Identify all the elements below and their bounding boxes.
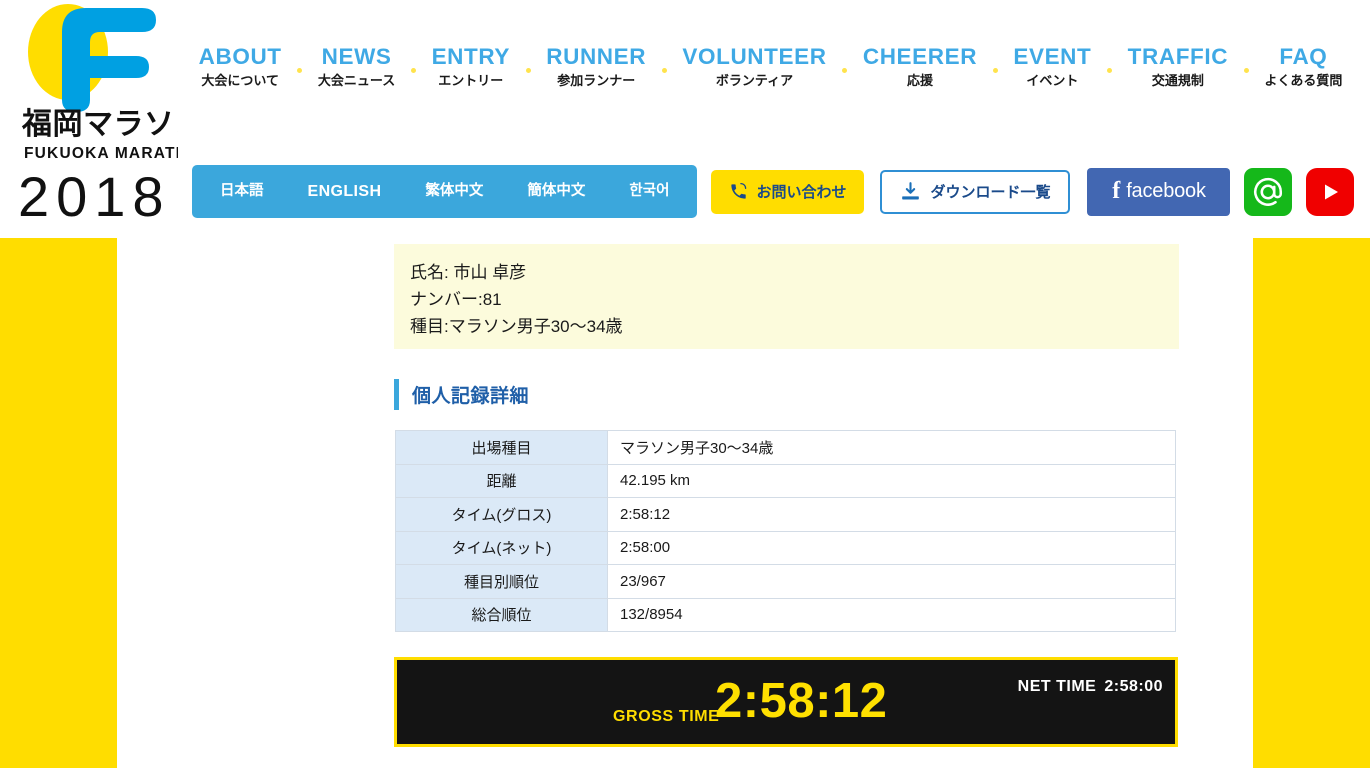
runner-number: ナンバー:81	[410, 290, 502, 309]
contact-button-label: お問い合わせ	[756, 184, 847, 201]
gross-time-value: 2:58:12	[715, 674, 888, 728]
nav-label-en: ENTRY	[431, 44, 510, 69]
facebook-button[interactable]: f facebook	[1087, 167, 1231, 216]
nav-item-news[interactable]: NEWS 大会ニュース	[302, 43, 411, 91]
nav-label-en: RUNNER	[546, 44, 647, 69]
row-value: 2:58:12	[607, 497, 1176, 532]
language-switcher: 日本語 ENGLISH 繁体中文 簡体中文 한국어	[192, 165, 698, 218]
nav-label-ja: 大会について	[201, 73, 279, 88]
nav-item-runner[interactable]: RUNNER 参加ランナー	[531, 43, 662, 91]
nav-label-ja: 大会ニュース	[317, 73, 396, 88]
table-row: 総合順位 132/8954	[395, 597, 1176, 632]
row-value: マラソン男子30〜34歳	[607, 430, 1176, 465]
logo-year: 2018	[18, 165, 171, 226]
main-navigation: ABOUT 大会について NEWS 大会ニュース ENTRY エントリー RUN…	[183, 43, 1358, 99]
nav-item-entry[interactable]: ENTRY エントリー	[416, 43, 526, 91]
youtube-play-icon	[1325, 184, 1339, 199]
contact-button[interactable]: お問い合わせ	[711, 169, 865, 214]
download-button-label: ダウンロード一覧	[930, 184, 1051, 201]
table-row: 距離 42.195 km	[395, 463, 1176, 498]
table-row: 出場種目 マラソン男子30〜34歳	[395, 430, 1176, 465]
runner-info-box: 氏名: 市山 卓彦 ナンバー:81 種目:マラソン男子30〜34歳	[394, 244, 1179, 349]
lang-option-japanese[interactable]: 日本語	[198, 165, 286, 218]
nav-label-ja: よくある質問	[1264, 73, 1343, 88]
row-label: 種目別順位	[395, 564, 608, 599]
nav-label-ja: 交通規制	[1151, 73, 1204, 88]
net-time-label: NET TIME	[1017, 678, 1097, 695]
nav-label-en: NEWS	[321, 44, 392, 69]
nav-label-en: CHEERER	[862, 44, 978, 69]
logo-title-en: FUKUOKA MARATHON	[24, 145, 178, 162]
net-time-value: 2:58:00	[1104, 678, 1163, 695]
page-title: 個人記録詳細	[412, 385, 530, 407]
lang-option-simp-chinese[interactable]: 簡体中文	[505, 165, 607, 218]
section-accent-bar	[394, 378, 399, 410]
row-label: タイム(グロス)	[395, 497, 608, 532]
nav-label-en: VOLUNTEER	[682, 44, 827, 69]
phone-icon	[731, 182, 747, 199]
lang-option-korean[interactable]: 한국어	[607, 165, 691, 218]
main-content: 氏名: 市山 卓彦 ナンバー:81 種目:マラソン男子30〜34歳 個人記録詳細…	[0, 238, 1370, 768]
row-value: 132/8954	[607, 597, 1176, 632]
row-value: 42.195 km	[607, 463, 1176, 498]
gross-time-label: GROSS TIME	[613, 708, 720, 725]
nav-item-event[interactable]: EVENT イベント	[998, 43, 1107, 91]
nav-item-cheerer[interactable]: CHEERER 応援	[847, 43, 993, 91]
lang-option-trad-chinese[interactable]: 繁体中文	[403, 165, 505, 218]
page-root: 福岡マラソン FUKUOKA MARATHON 2018 ABOUT 大会につい…	[0, 0, 1370, 768]
table-row: タイム(ネット) 2:58:00	[395, 530, 1176, 565]
table-row: タイム(グロス) 2:58:12	[395, 497, 1176, 532]
facebook-icon: f	[1112, 177, 1121, 204]
fukuoka-marathon-logo-icon: 福岡マラソン FUKUOKA MARATHON 2018	[18, 4, 178, 226]
row-label: 距離	[395, 463, 608, 498]
row-label: 総合順位	[395, 597, 608, 632]
row-label: タイム(ネット)	[395, 530, 608, 565]
download-list-button[interactable]: ダウンロード一覧	[880, 169, 1071, 214]
nav-label-en: ABOUT	[198, 44, 282, 69]
record-details-table: 出場種目 マラソン男子30〜34歳 距離 42.195 km タイム(グロス) …	[395, 430, 1176, 632]
nav-label-ja: エントリー	[438, 73, 504, 88]
row-label: 出場種目	[395, 430, 608, 465]
nav-item-about[interactable]: ABOUT 大会について	[183, 43, 297, 91]
site-header: 福岡マラソン FUKUOKA MARATHON 2018 ABOUT 大会につい…	[0, 0, 1368, 238]
nav-item-volunteer[interactable]: VOLUNTEER ボランティア	[667, 43, 842, 91]
runner-category: 種目:マラソン男子30〜34歳	[410, 317, 623, 336]
nav-label-en: EVENT	[1013, 44, 1092, 69]
facebook-button-label: facebook	[1126, 180, 1206, 202]
lang-option-english[interactable]: ENGLISH	[286, 165, 404, 218]
youtube-button[interactable]	[1306, 167, 1355, 216]
finish-time-banner: GROSS TIME 2:58:12 NET TIME 2:58:00	[394, 657, 1178, 747]
row-value: 2:58:00	[607, 530, 1176, 565]
net-time-block: NET TIME 2:58:00	[1018, 678, 1163, 696]
utility-bar: 日本語 ENGLISH 繁体中文 簡体中文 한국어 お問い合わせ ダウンロード一…	[192, 165, 1355, 218]
site-logo[interactable]: 福岡マラソン FUKUOKA MARATHON 2018	[10, 2, 178, 226]
runner-name: 氏名: 市山 卓彦	[410, 263, 527, 282]
table-row: 種目別順位 23/967	[395, 564, 1176, 599]
row-value: 23/967	[607, 564, 1176, 599]
line-atmark-button[interactable]	[1244, 167, 1293, 216]
logo-title-ja: 福岡マラソン	[21, 108, 178, 141]
nav-label-ja: 応援	[906, 73, 933, 88]
nav-label-ja: ボランティア	[715, 73, 794, 88]
section-heading: 個人記録詳細	[394, 378, 529, 410]
nav-label-ja: 参加ランナー	[557, 73, 636, 88]
nav-item-faq[interactable]: FAQ よくある質問	[1249, 43, 1358, 91]
nav-label-en: FAQ	[1279, 44, 1328, 69]
nav-item-traffic[interactable]: TRAFFIC 交通規制	[1112, 43, 1244, 91]
nav-label-en: TRAFFIC	[1127, 44, 1229, 69]
at-mark-icon	[1254, 177, 1283, 206]
download-icon	[902, 182, 920, 200]
nav-label-ja: イベント	[1026, 73, 1079, 88]
